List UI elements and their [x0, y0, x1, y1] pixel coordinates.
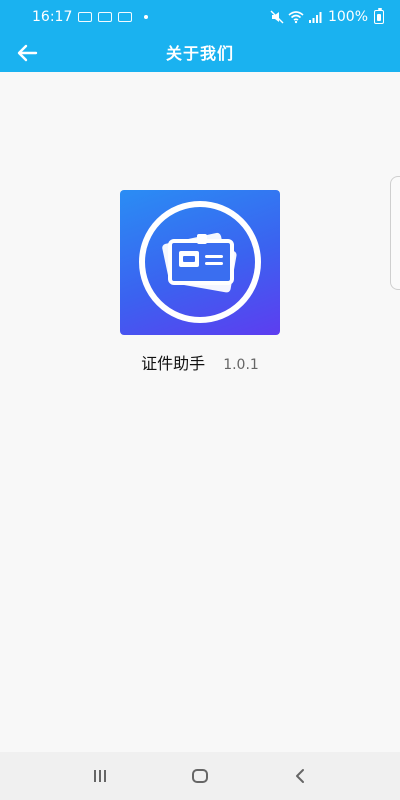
status-time: 16:17: [32, 9, 73, 25]
app-name: 证件助手: [141, 354, 206, 373]
mute-icon: [270, 10, 284, 24]
status-right: 100%: [270, 8, 384, 25]
recent-apps-icon: [94, 770, 106, 782]
notification-icon: [98, 12, 113, 22]
signal-icon: [308, 12, 322, 23]
chevron-left-icon: [296, 769, 304, 783]
battery-icon: [374, 8, 384, 24]
wifi-icon: [288, 11, 304, 24]
nav-back-button[interactable]: [280, 756, 320, 796]
notification-icon: [78, 12, 93, 22]
status-icons: [270, 10, 322, 24]
app-info: 证件助手 1.0.1: [0, 350, 400, 374]
home-button[interactable]: [180, 756, 220, 796]
home-icon: [192, 769, 208, 783]
recent-apps-button[interactable]: [80, 756, 120, 796]
status-bar: 16:17 100%: [0, 0, 400, 34]
app-header: 16:17 100% 关于我们: [0, 0, 400, 72]
notification-icon: [118, 12, 133, 22]
battery-percent: 100%: [327, 9, 368, 25]
edge-panel-handle[interactable]: [390, 176, 400, 290]
top-app-bar: 关于我们: [0, 34, 400, 72]
app-version: 1.0.1: [223, 357, 259, 373]
status-left: 16:17: [32, 9, 149, 25]
app-logo: [120, 190, 280, 335]
page-title: 关于我们: [165, 44, 234, 63]
id-card-icon: [139, 201, 261, 323]
notification-dot-icon: [144, 15, 149, 19]
system-nav-bar: [0, 752, 400, 800]
